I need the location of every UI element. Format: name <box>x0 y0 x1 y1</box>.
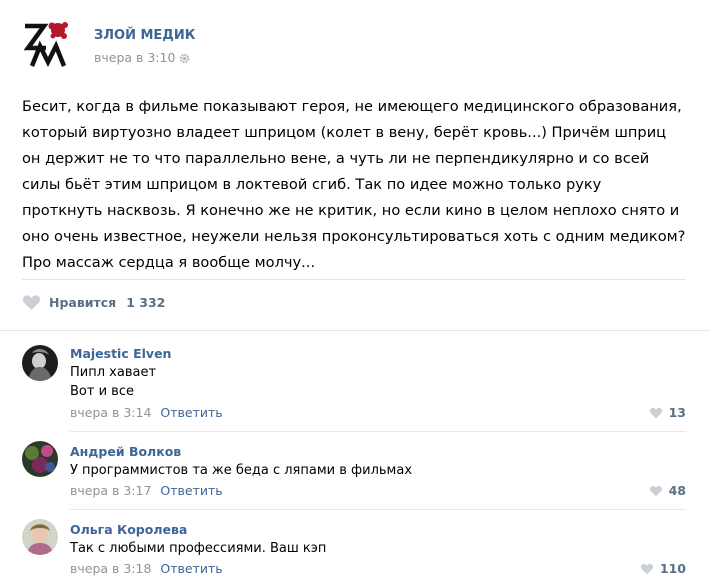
comment-text: У программистов та же беда с ляпами в фи… <box>70 463 413 478</box>
comments-divider <box>0 330 710 331</box>
comment-author-link[interactable]: Андрей Волков <box>70 444 181 459</box>
heart-icon <box>649 407 662 418</box>
comment-like-count: 48 <box>668 483 686 498</box>
comment-time[interactable]: вчера в 3:17 <box>70 483 151 498</box>
reply-button[interactable]: Ответить <box>160 561 222 576</box>
avatar[interactable] <box>22 345 58 381</box>
avatar[interactable] <box>22 441 58 477</box>
reply-button[interactable]: Ответить <box>160 483 222 498</box>
comment-time[interactable]: вчера в 3:18 <box>70 561 151 576</box>
heart-icon <box>649 485 662 496</box>
comment-like-count: 110 <box>659 561 686 576</box>
comment-author-link[interactable]: Majestic Elven <box>70 346 171 361</box>
post-divider <box>22 279 686 280</box>
comment-like-button[interactable]: 110 <box>640 561 686 576</box>
comment-meta: вчера в 3:17 Ответить <box>70 483 223 498</box>
comment-divider <box>70 509 686 510</box>
heart-icon <box>22 294 41 311</box>
post-time-text[interactable]: вчера в 3:10 <box>94 50 175 65</box>
post-header: ЗЛОЙ МЕДИК вчера в 3:10 <box>22 18 682 74</box>
like-label: Нравится <box>49 295 117 310</box>
comment-meta: вчера в 3:14 Ответить <box>70 405 223 420</box>
comment-divider <box>70 431 686 432</box>
comment-author-link[interactable]: Ольга Королева <box>70 522 187 537</box>
post-text: Бесит, когда в фильме показывают героя, … <box>22 98 686 271</box>
gear-icon[interactable] <box>179 52 190 64</box>
post-time[interactable]: вчера в 3:10 <box>94 50 190 65</box>
comment-meta: вчера в 3:18 Ответить <box>70 561 223 576</box>
comment-like-button[interactable]: 48 <box>649 483 686 498</box>
heart-icon <box>640 563 653 574</box>
comment-like-count: 13 <box>668 405 686 420</box>
comment-text: Так с любыми профессиями. Ваш кэп <box>70 541 327 556</box>
reply-button[interactable]: Ответить <box>160 405 222 420</box>
comment-like-button[interactable]: 13 <box>649 405 686 420</box>
comment-text: Пипл хавает Вот и все <box>70 365 157 399</box>
like-count: 1 332 <box>126 295 166 310</box>
comment-time[interactable]: вчера в 3:14 <box>70 405 151 420</box>
group-name-link[interactable]: ЗЛОЙ МЕДИК <box>94 28 195 43</box>
avatar[interactable] <box>22 519 58 555</box>
group-logo-icon[interactable] <box>22 18 74 70</box>
like-button[interactable]: Нравится 1 332 <box>22 294 165 311</box>
